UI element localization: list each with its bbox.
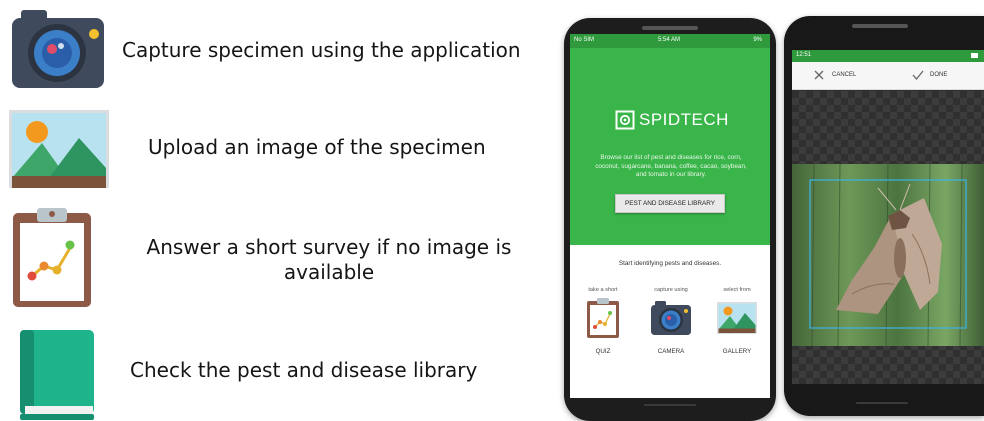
hero-panel xyxy=(570,34,770,245)
quiz-clipboard-icon xyxy=(587,298,619,338)
status-battery: 9% xyxy=(753,37,762,43)
camera-option[interactable]: CAMERA xyxy=(648,300,694,366)
check-icon xyxy=(912,70,924,80)
gallery-icon xyxy=(717,302,757,334)
app-screen: No SIM 5:54 AM 9% SPIDTECH Browse our li… xyxy=(570,34,770,398)
feature-text-library: Check the pest and disease library xyxy=(130,358,478,382)
start-identifying-text: Start identifying pests and diseases. xyxy=(618,260,722,267)
clipboard-chart-icon xyxy=(13,208,91,307)
close-icon xyxy=(814,70,824,80)
cancel-label: CANCEL xyxy=(832,72,857,78)
feature-text-survey: Answer a short survey if no image is ava… xyxy=(146,235,512,284)
app-brand-name: SPIDTECH xyxy=(639,110,729,129)
crop-action-bar: CANCEL DONE xyxy=(792,62,984,90)
bottom-bezel-line xyxy=(644,404,696,406)
quiz-label: QUIZ xyxy=(595,348,611,355)
crop-screen: 12:51 CANCEL DONE xyxy=(792,50,984,384)
app-description: Browse our list of pest and diseases for… xyxy=(595,154,747,178)
camera-icon xyxy=(651,301,691,335)
status-bar: 12:51 xyxy=(792,50,984,62)
pest-disease-library-button[interactable]: PEST AND DISEASE LIBRARY xyxy=(615,194,725,213)
cancel-button[interactable]: CANCEL xyxy=(814,70,864,84)
phone-crop-screen: 12:51 CANCEL DONE xyxy=(784,16,984,416)
phone-home-screen: No SIM 5:54 AM 9% SPIDTECH Browse our li… xyxy=(564,18,776,421)
camera-caption: capture using xyxy=(654,287,688,293)
camera-label: CAMERA xyxy=(657,348,685,355)
bottom-bezel-line xyxy=(856,402,908,404)
status-time: 12:51 xyxy=(796,52,812,58)
gallery-label: GALLERY xyxy=(722,348,752,355)
camera-icon xyxy=(12,10,104,88)
quiz-option[interactable]: QUIZ xyxy=(584,298,622,366)
earpiece-speaker xyxy=(642,26,698,30)
quiz-caption: take a short xyxy=(588,287,618,293)
spidtech-logo-icon xyxy=(615,110,635,130)
feature-text-capture: Capture specimen using the application xyxy=(122,38,521,62)
gallery-caption: select from xyxy=(723,287,751,293)
gallery-option[interactable]: GALLERY xyxy=(716,300,758,366)
battery-icon xyxy=(971,53,978,58)
status-time: 5:54 AM xyxy=(658,37,681,43)
feature-text-upload: Upload an image of the specimen xyxy=(148,135,486,159)
book-icon xyxy=(20,330,94,420)
earpiece-speaker xyxy=(852,24,908,28)
status-bar: No SIM 5:54 AM 9% xyxy=(570,34,770,48)
status-carrier: No SIM xyxy=(574,37,595,43)
specimen-photo xyxy=(792,164,984,346)
image-icon xyxy=(9,110,109,188)
done-label: DONE xyxy=(930,72,948,78)
done-button[interactable]: DONE xyxy=(912,70,962,84)
